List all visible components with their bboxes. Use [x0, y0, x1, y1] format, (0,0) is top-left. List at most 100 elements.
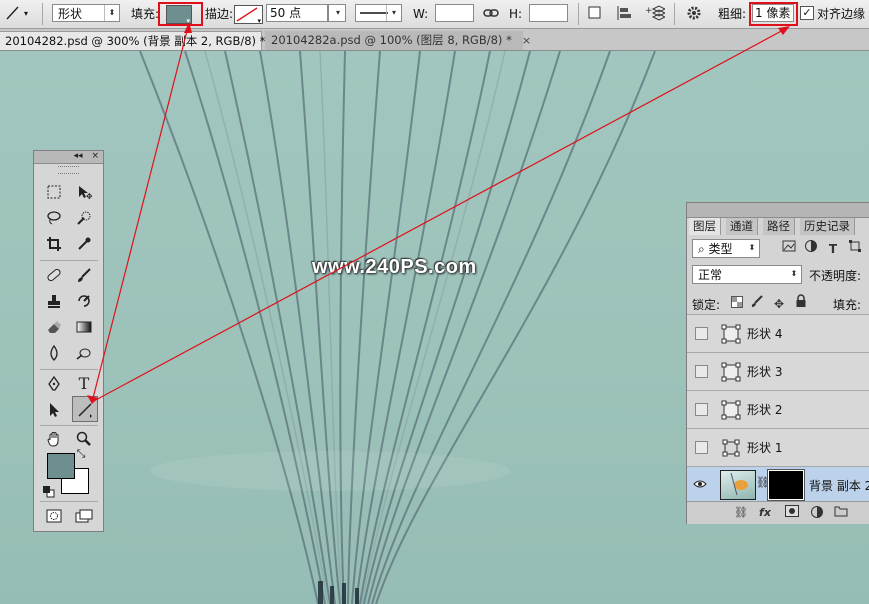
lock-all-icon[interactable] [791, 294, 811, 314]
lock-transparent-icon[interactable] [727, 294, 747, 314]
lock-position-icon[interactable]: ✥ [769, 294, 789, 314]
screen-mode-icon[interactable] [72, 504, 96, 528]
tab-document-1[interactable]: 20104282.psd @ 300% (背景 副本 2, RGB/8) *× [0, 31, 285, 50]
height-label: H: [509, 7, 523, 21]
layer-style-fx-icon[interactable]: fx [757, 505, 773, 521]
link-layers-icon[interactable]: ⛓ [733, 505, 749, 521]
layer-image-thumbnail [720, 470, 756, 500]
filter-shape-icon[interactable] [845, 239, 865, 259]
swap-colors-icon[interactable]: ⤡ [74, 447, 88, 461]
fill-label: 填充: [833, 298, 862, 312]
visibility-toggle[interactable] [695, 365, 708, 378]
layer-row-shape-3[interactable]: 形状 3 [687, 352, 869, 390]
tab-paths[interactable]: 路径 [763, 218, 795, 235]
shape-layer-thumbnail-icon [720, 437, 742, 459]
quick-mask-icon[interactable] [42, 504, 66, 528]
eraser-tool-icon[interactable] [42, 315, 66, 339]
lock-image-icon[interactable] [747, 294, 767, 314]
visibility-toggle[interactable] [695, 441, 708, 454]
stroke-size-dropdown[interactable]: ▾ [328, 4, 346, 22]
layer-row-shape-2[interactable]: 形状 2 [687, 390, 869, 428]
chevron-down-icon: ▾ [386, 5, 401, 21]
line-tool-icon[interactable] [72, 396, 98, 422]
blend-mode-value: 正常 [698, 268, 723, 282]
separator [42, 3, 43, 25]
crop-tool-icon[interactable] [42, 232, 66, 256]
stroke-size-input[interactable]: 50 点 [266, 4, 328, 22]
stroke-type-select[interactable]: ▾ [355, 4, 402, 22]
add-mask-icon[interactable] [784, 505, 800, 521]
height-input[interactable] [529, 4, 568, 22]
folder-icon[interactable] [833, 505, 849, 521]
gear-icon[interactable] [684, 4, 704, 24]
layer-row-shape-1[interactable]: 形状 1 [687, 428, 869, 466]
quick-selection-tool-icon[interactable] [72, 206, 96, 230]
collapse-icon[interactable]: ◂◂ [74, 151, 83, 161]
foreground-color-swatch[interactable] [47, 453, 75, 479]
filter-adjustment-icon[interactable] [801, 239, 821, 259]
default-colors-icon[interactable] [42, 481, 56, 498]
brush-tool-icon[interactable] [72, 263, 96, 287]
path-alignment-icon[interactable] [614, 4, 634, 24]
panel-grip[interactable] [58, 166, 79, 174]
layers-panel-header[interactable] [687, 203, 869, 218]
checkmark-icon: ✓ [802, 6, 812, 19]
visibility-toggle[interactable] [695, 403, 708, 416]
layer-filter-select[interactable]: ⌕ 类型 ⬍ [692, 239, 760, 258]
layers-panel-toolbar: ⛓ fx [687, 501, 869, 524]
pen-tool-icon[interactable] [42, 372, 66, 396]
stroke-color-swatch[interactable]: ▾ [234, 5, 263, 25]
blend-mode-select[interactable]: 正常 ⬍ [692, 265, 802, 284]
visibility-toggle[interactable] [695, 327, 708, 340]
path-operations-icon[interactable] [585, 4, 605, 24]
tab-document-2[interactable]: 20104282a.psd @ 100% (图层 8, RGB/8) * × [265, 31, 531, 50]
tab-label: 20104282a.psd @ 100% (图层 8, RGB/8) * [271, 33, 512, 47]
dodge-tool-icon[interactable] [72, 341, 96, 365]
fill-label: 填充: [131, 7, 160, 21]
path-arrangement-icon[interactable]: + [645, 4, 667, 24]
chevron-down-icon: ⬍ [104, 5, 119, 21]
type-tool-icon[interactable]: T [72, 372, 96, 396]
chevron-down-icon: ⬍ [748, 243, 756, 252]
annotation-highlight-fill [158, 2, 203, 26]
tool-preset-dropdown-icon[interactable]: ▾ [24, 4, 28, 24]
blur-tool-icon[interactable] [42, 341, 66, 365]
eyedropper-tool-icon[interactable] [72, 232, 96, 256]
separator [40, 501, 98, 502]
line-tool-preset-icon[interactable] [2, 4, 22, 24]
marquee-tool-icon[interactable] [42, 180, 66, 204]
adjustment-layer-icon[interactable] [809, 505, 825, 521]
tab-history[interactable]: 历史记录 [800, 218, 855, 235]
layer-name[interactable]: 形状 1 [747, 439, 782, 456]
shape-layer-thumbnail-icon [720, 361, 742, 383]
align-edges-checkbox[interactable]: ✓ [800, 6, 814, 20]
tab-channels[interactable]: 通道 [726, 218, 758, 235]
layer-name[interactable]: 形状 2 [747, 401, 782, 418]
layer-name[interactable]: 形状 3 [747, 363, 782, 380]
filter-type-icon[interactable]: T [823, 239, 843, 259]
hand-tool-icon[interactable] [42, 427, 66, 451]
layer-name[interactable]: 形状 4 [747, 325, 782, 342]
history-brush-tool-icon[interactable] [72, 289, 96, 313]
eye-icon[interactable] [693, 478, 707, 492]
tab-layers[interactable]: 图层 [689, 218, 721, 235]
layer-name[interactable]: 背景 副本 2 [809, 477, 869, 494]
width-input[interactable] [435, 4, 474, 22]
close-icon[interactable]: × [522, 34, 531, 47]
stroke-label: 描边: [205, 7, 234, 21]
filter-pixel-icon[interactable] [779, 239, 799, 259]
lasso-tool-icon[interactable] [42, 206, 66, 230]
healing-brush-tool-icon[interactable] [42, 263, 66, 287]
svg-text:+: + [645, 6, 653, 16]
link-icon[interactable] [481, 4, 501, 24]
tool-mode-select[interactable]: 形状 ⬍ [52, 4, 120, 22]
tools-panel-header[interactable]: ◂◂ × [34, 151, 103, 164]
path-selection-tool-icon[interactable] [42, 398, 66, 422]
layer-row-background-copy-2[interactable]: ⛓ 背景 副本 2 [687, 466, 869, 502]
layer-row-shape-4[interactable]: 形状 4 [687, 314, 869, 352]
gradient-tool-icon[interactable] [72, 315, 96, 339]
clone-stamp-tool-icon[interactable] [42, 289, 66, 313]
close-icon[interactable]: × [91, 151, 99, 161]
move-tool-icon[interactable]: ✥ [72, 180, 96, 204]
layer-mask-thumbnail[interactable] [767, 469, 805, 501]
